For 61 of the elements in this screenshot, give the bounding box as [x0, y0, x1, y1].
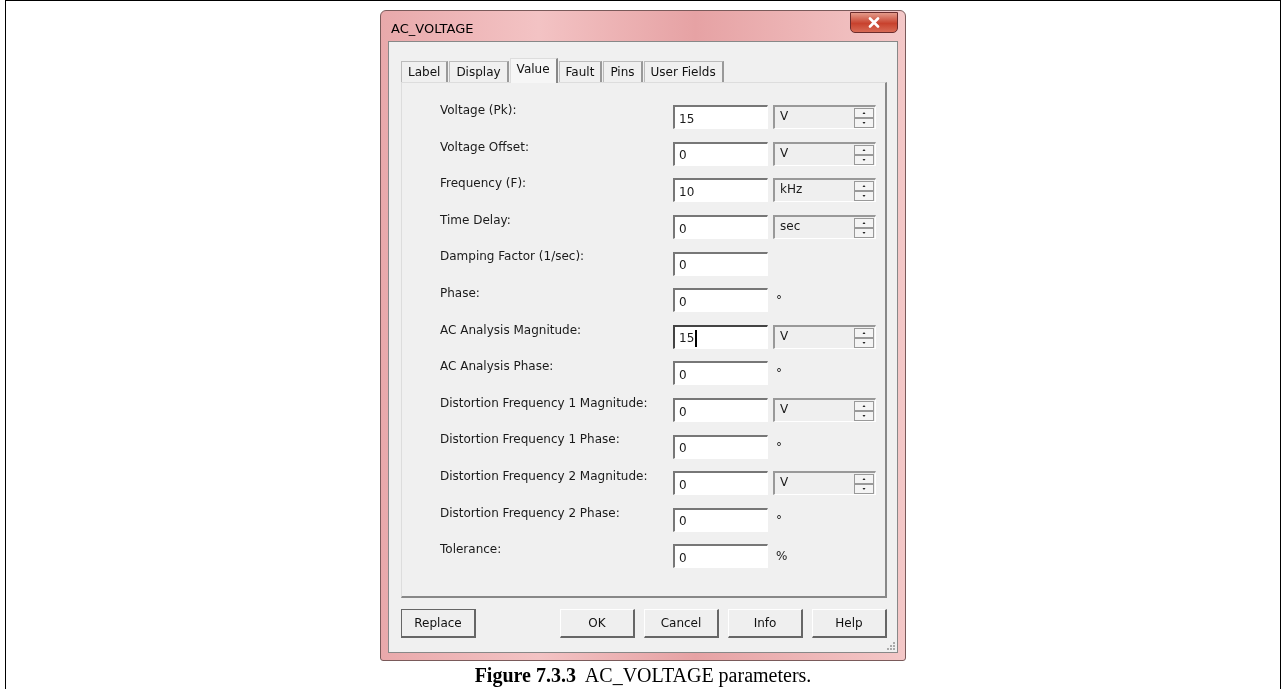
- value-field[interactable]: 0: [673, 398, 768, 423]
- field-label: Distortion Frequency 2 Magnitude:: [439, 467, 649, 483]
- unit-label: °: [776, 512, 782, 527]
- field-label: Time Delay:: [439, 211, 512, 227]
- value-field[interactable]: 0: [673, 215, 768, 240]
- dialog-button[interactable]: Info: [728, 609, 803, 638]
- value-field[interactable]: 0: [673, 251, 768, 276]
- field-label: Distortion Frequency 1 Phase:: [439, 431, 621, 447]
- field-label: Damping Factor (1/sec):: [439, 248, 586, 264]
- field-label: Frequency (F):: [439, 175, 528, 191]
- value-field[interactable]: 0: [673, 471, 768, 496]
- value-field[interactable]: 0: [673, 141, 768, 166]
- value-field[interactable]: 0: [673, 288, 768, 313]
- value-field[interactable]: 0: [673, 507, 768, 532]
- resize-grip-icon[interactable]: [884, 639, 896, 651]
- value-field[interactable]: 15: [673, 105, 768, 130]
- unit-spinner[interactable]: V: [773, 105, 876, 130]
- tab[interactable]: Value: [509, 58, 558, 83]
- close-button[interactable]: [850, 11, 898, 33]
- dialog-button[interactable]: Cancel: [644, 609, 719, 638]
- field-label: AC Analysis Magnitude:: [439, 321, 583, 337]
- field-label: Voltage Offset:: [439, 138, 530, 154]
- spin-arrows-icon[interactable]: [854, 144, 874, 165]
- unit-label: °: [776, 439, 782, 454]
- value-field[interactable]: 15: [673, 324, 768, 349]
- unit-spinner[interactable]: V: [773, 398, 876, 423]
- spin-arrows-icon[interactable]: [854, 108, 874, 129]
- value-field[interactable]: 0: [673, 434, 768, 459]
- field-label: AC Analysis Phase:: [439, 358, 555, 374]
- close-icon: [868, 16, 880, 28]
- dialog-button[interactable]: Help: [812, 609, 887, 638]
- field-label: Voltage (Pk):: [439, 102, 518, 117]
- unit-label: °: [776, 366, 782, 381]
- unit-spinner[interactable]: sec: [773, 215, 876, 240]
- unit-spinner[interactable]: V: [773, 141, 876, 166]
- spin-arrows-icon[interactable]: [854, 327, 874, 348]
- value-field[interactable]: 0: [673, 361, 768, 386]
- value-field[interactable]: 10: [673, 178, 768, 203]
- tab[interactable]: Label: [401, 61, 449, 82]
- field-label: Distortion Frequency 1 Magnitude:: [439, 394, 649, 410]
- unit-label: %: [776, 549, 788, 564]
- dialog-button[interactable]: Replace: [401, 609, 476, 638]
- field-label: Distortion Frequency 2 Phase:: [439, 504, 621, 520]
- tab[interactable]: Pins: [603, 61, 643, 82]
- window-title: AC_VOLTAGE: [390, 19, 474, 36]
- unit-spinner[interactable]: V: [773, 324, 876, 349]
- unit-label: °: [776, 293, 782, 308]
- value-field[interactable]: 0: [673, 544, 768, 569]
- spin-arrows-icon[interactable]: [854, 401, 874, 422]
- tab[interactable]: User Fields: [643, 61, 724, 82]
- field-label: Tolerance:: [439, 541, 503, 557]
- tab[interactable]: Fault: [558, 61, 603, 82]
- dialog-button[interactable]: OK: [560, 609, 635, 638]
- field-label: Phase:: [439, 284, 481, 300]
- spin-arrows-icon[interactable]: [854, 218, 874, 239]
- spin-arrows-icon[interactable]: [854, 474, 874, 495]
- unit-spinner[interactable]: V: [773, 471, 876, 496]
- unit-spinner[interactable]: kHz: [773, 178, 876, 203]
- spin-arrows-icon[interactable]: [854, 181, 874, 202]
- figure-caption: Figure 7.3.3 AC_VOLTAGE parameters.: [473, 664, 813, 687]
- tab[interactable]: Display: [449, 61, 509, 82]
